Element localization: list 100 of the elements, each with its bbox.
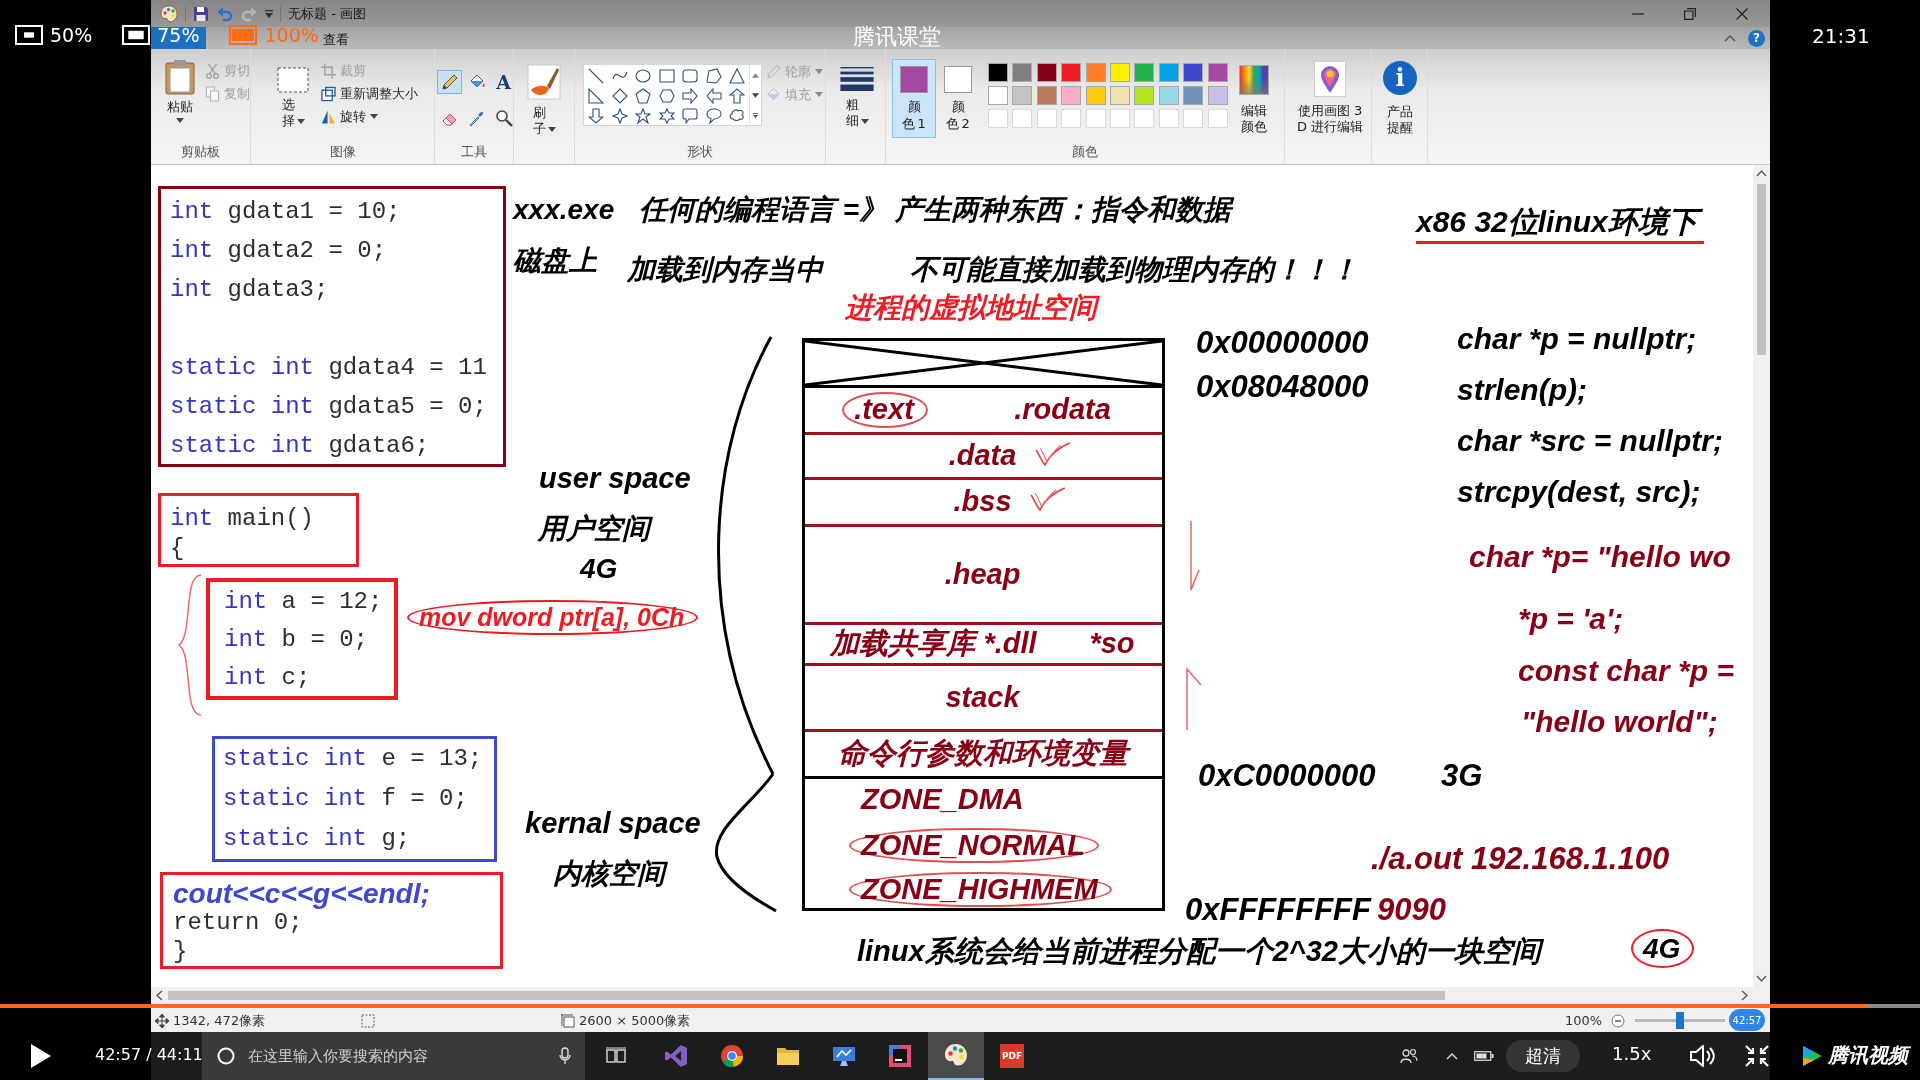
palette-color[interactable] — [1207, 63, 1228, 82]
cloud-callout-icon[interactable] — [729, 108, 745, 124]
definition-button[interactable]: 超清 — [1506, 1040, 1580, 1072]
taskbar-app-button[interactable]: PDF — [984, 1032, 1040, 1080]
right-arrow-icon[interactable] — [682, 88, 698, 104]
triangle-icon[interactable] — [729, 68, 745, 84]
diamond-icon[interactable] — [611, 88, 628, 104]
edit-colors-button[interactable]: 编辑颜色 — [1238, 65, 1269, 142]
palette-color[interactable] — [1036, 63, 1057, 82]
palette-color[interactable] — [1036, 86, 1057, 105]
five-point-star-icon[interactable] — [635, 108, 651, 124]
help-button[interactable]: ? — [1748, 29, 1765, 47]
empty-color-slot[interactable] — [988, 109, 1008, 128]
pentagon-icon[interactable] — [635, 88, 651, 104]
image-action[interactable]: 旋转 — [321, 105, 418, 128]
people-icon[interactable] — [1400, 1048, 1418, 1064]
palette-icon[interactable] — [160, 4, 178, 23]
palette-color[interactable] — [1183, 86, 1204, 105]
play-icon[interactable] — [30, 1043, 52, 1069]
empty-color-slot[interactable] — [1134, 109, 1155, 128]
close-icon[interactable] — [1736, 7, 1748, 20]
empty-color-slot[interactable] — [1036, 109, 1057, 128]
scrollbar-thumb[interactable] — [1757, 184, 1766, 355]
file-tab[interactable] — [151, 27, 206, 49]
search-field[interactable]: 在这里输入你要搜索的内容 — [202, 1032, 585, 1080]
active-color-button[interactable]: 颜色 1 — [892, 59, 936, 138]
up-arrow-icon[interactable] — [729, 88, 745, 104]
palette-color[interactable] — [988, 86, 1008, 105]
active-color-button[interactable]: 颜色 2 — [939, 59, 977, 138]
zoom-out-icon[interactable] — [1611, 1013, 1625, 1028]
palette-color[interactable] — [988, 63, 1008, 82]
palette-color[interactable] — [1183, 63, 1204, 82]
battery-icon[interactable] — [1474, 1051, 1494, 1061]
right-triangle-icon[interactable] — [588, 88, 604, 104]
palette-color[interactable] — [1085, 63, 1106, 82]
empty-color-slot[interactable] — [1183, 109, 1204, 128]
six-point-star-icon[interactable] — [658, 108, 675, 124]
palette-color[interactable] — [1012, 86, 1033, 105]
empty-color-slot[interactable] — [1061, 109, 1082, 128]
paint-3d-button[interactable]: 使用画图 3 D 进行编辑 — [1297, 61, 1364, 142]
palette-color[interactable] — [1085, 86, 1106, 105]
task-view-icon[interactable] — [606, 1047, 626, 1065]
window-title: 无标题 - 画图 — [288, 4, 366, 23]
palette-color[interactable] — [1207, 86, 1228, 105]
palette-color[interactable] — [1134, 63, 1155, 82]
left-arrow-icon[interactable] — [705, 88, 722, 104]
hexagon-icon[interactable] — [658, 88, 675, 104]
palette-color[interactable] — [1061, 86, 1082, 105]
drawing-canvas[interactable] — [151, 165, 1753, 987]
code-line: static int gdata4 = 11 — [170, 353, 487, 383]
screen-size-option[interactable]: 50% — [15, 24, 93, 46]
rectangle-callout-icon[interactable] — [682, 108, 698, 124]
exit-fullscreen-icon[interactable] — [1745, 1045, 1769, 1067]
zoom-slider-thumb[interactable] — [1676, 1012, 1684, 1029]
line-width-button[interactable]: 粗细 — [840, 67, 874, 142]
palette-color[interactable] — [1158, 63, 1179, 82]
line-icon[interactable] — [588, 68, 604, 84]
monitor-icon — [832, 1044, 856, 1068]
empty-color-slot[interactable] — [1012, 109, 1033, 128]
caret-icon[interactable] — [265, 9, 273, 18]
save-icon[interactable] — [193, 5, 209, 22]
scroll-up-icon[interactable] — [752, 72, 759, 78]
crop-icon — [321, 62, 336, 79]
expand-icon[interactable] — [752, 112, 759, 118]
group-label: 颜色 — [1072, 143, 1098, 161]
empty-color-slot[interactable] — [1109, 109, 1130, 128]
four-point-star-icon[interactable] — [611, 108, 628, 124]
polygon-icon[interactable] — [705, 68, 722, 84]
empty-color-slot[interactable] — [1085, 109, 1106, 128]
brush-button[interactable]: 刷子 — [527, 64, 561, 142]
palette-color[interactable] — [1109, 63, 1130, 82]
size-label: 3G — [1441, 757, 1484, 795]
search-icon — [217, 1047, 235, 1065]
code-line: int c; — [224, 663, 311, 693]
oval-callout-icon[interactable] — [705, 108, 722, 124]
product-alert-button[interactable]: i 产品提醒 — [1383, 61, 1417, 142]
palette-color[interactable] — [1134, 86, 1155, 105]
scrollbar-thumb[interactable] — [168, 991, 1445, 1000]
taskbar-app-button[interactable] — [928, 1032, 984, 1080]
rectangle-icon[interactable] — [658, 68, 675, 84]
palette-color[interactable] — [1061, 63, 1082, 82]
tool-button[interactable]: A — [491, 70, 516, 94]
speed-button[interactable]: 1.5x — [1612, 1043, 1652, 1064]
empty-color-slot[interactable] — [1158, 109, 1179, 128]
color-spectrum-icon — [1238, 65, 1269, 95]
paste-button[interactable]: 粘贴 — [163, 59, 197, 142]
image-action[interactable]: 重新调整大小 — [321, 82, 418, 105]
palette-color[interactable] — [1109, 86, 1130, 105]
tool-button[interactable] — [437, 70, 462, 94]
down-arrow-icon[interactable] — [588, 108, 604, 124]
volume-icon[interactable] — [1690, 1045, 1716, 1067]
microphone-icon[interactable] — [559, 1047, 571, 1065]
select-button[interactable]: 选择 — [275, 67, 311, 142]
empty-color-slot[interactable] — [1207, 109, 1228, 128]
screen-size-option[interactable]: 75% — [122, 24, 200, 46]
palette-color[interactable] — [1012, 63, 1033, 82]
palette-color[interactable] — [1158, 86, 1179, 105]
move-cursor-icon — [155, 1013, 169, 1028]
restore-icon[interactable] — [1684, 7, 1696, 20]
scroll-down-icon[interactable] — [752, 92, 759, 98]
